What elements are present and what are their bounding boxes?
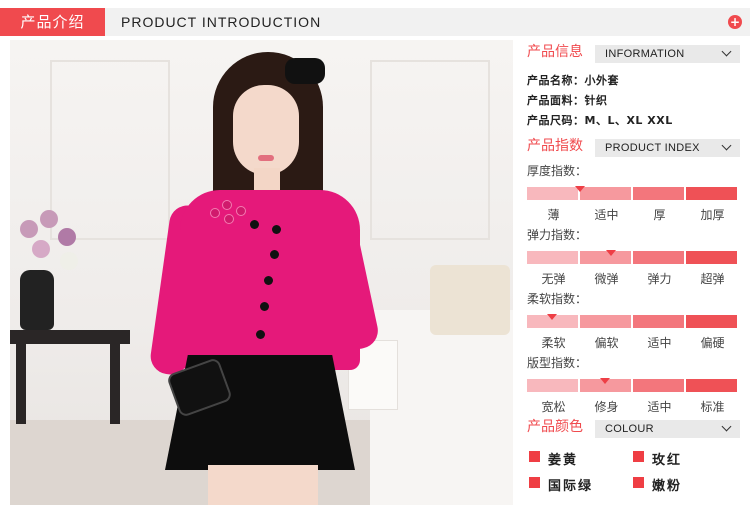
pillow	[430, 265, 510, 335]
index-tick-label: 偏软	[594, 336, 619, 350]
index-bar: PRODUCT INDEX	[595, 139, 740, 157]
colour-bar: COLOUR	[595, 420, 740, 438]
header-title-cn: 产品介绍	[0, 8, 105, 36]
chevron-down-icon	[721, 421, 732, 432]
index-tick-labels: 宽松 修身 适中 标准	[527, 398, 740, 414]
index-title-cn: 产品指数	[527, 138, 583, 154]
index-row-label: 弹力指数：	[527, 228, 588, 242]
info-label: 产品尺码：	[527, 114, 585, 127]
model-face	[233, 85, 299, 175]
colour-name: 玫红	[652, 453, 683, 468]
index-tick-label: 加厚	[700, 208, 725, 222]
colour-name: 姜黄	[548, 453, 579, 468]
index-tick-labels: 薄 适中 厚 加厚	[527, 206, 740, 222]
index-title-en: PRODUCT INDEX	[605, 142, 700, 154]
info-label: 产品名称：	[527, 74, 585, 87]
information-bar: INFORMATION	[595, 45, 740, 63]
index-scale-bar	[527, 314, 738, 328]
info-label: 产品面料：	[527, 94, 585, 107]
side-table	[10, 330, 130, 424]
index-scale-segment	[580, 315, 631, 328]
colour-swatch	[529, 451, 540, 462]
info-line-size: 产品尺码：M、L、XL XXL	[527, 112, 673, 128]
flower-vase-decoration	[10, 200, 90, 280]
information-title-cn: 产品信息	[527, 44, 583, 60]
colour-name: 嫩粉	[652, 479, 683, 494]
index-scale-segment	[686, 251, 737, 264]
index-tick-label: 弹力	[647, 272, 672, 286]
info-value: 针织	[584, 94, 608, 107]
index-scale-segment	[580, 187, 631, 200]
colour-swatch	[633, 477, 644, 488]
index-tick-label: 薄	[547, 208, 560, 222]
index-tick-labels: 柔软 偏软 适中 偏硬	[527, 334, 740, 350]
index-tick-label: 标准	[700, 400, 725, 414]
index-scale-segment	[527, 187, 578, 200]
index-tick-label: 适中	[594, 208, 619, 222]
index-tick-label: 偏硬	[700, 336, 725, 350]
index-scale-bar	[527, 186, 738, 200]
model-lips	[258, 155, 274, 161]
colour-section-header[interactable]: 产品颜色 COLOUR	[527, 417, 740, 438]
index-marker-icon	[547, 314, 558, 320]
colour-title-cn: 产品颜色	[527, 419, 583, 435]
index-marker-icon	[606, 250, 617, 256]
info-line-name: 产品名称：小外套	[527, 72, 619, 88]
index-scale-segment	[527, 251, 578, 264]
wall-panel	[370, 60, 490, 240]
product-photo	[10, 40, 513, 505]
index-tick-label: 修身	[594, 400, 619, 414]
index-tick-label: 超弹	[700, 272, 725, 286]
index-tick-label: 无弹	[541, 272, 566, 286]
colour-swatch	[633, 451, 644, 462]
index-tick-label: 适中	[647, 400, 672, 414]
info-line-fabric: 产品面料：针织	[527, 92, 608, 108]
section-header: 产品介绍 PRODUCT INTRODUCTION +	[0, 8, 750, 36]
colour-swatch	[529, 477, 540, 488]
index-scale-segment	[686, 187, 737, 200]
index-marker-icon	[600, 378, 611, 384]
model-legs	[208, 465, 318, 505]
index-scale-bar	[527, 378, 738, 392]
index-row-label: 厚度指数：	[527, 164, 588, 178]
index-tick-label: 柔软	[541, 336, 566, 350]
hair-bow	[285, 58, 325, 84]
chevron-down-icon	[721, 46, 732, 57]
index-row-label: 柔软指数：	[527, 292, 588, 306]
index-tick-labels: 无弹 微弹 弹力 超弹	[527, 270, 740, 286]
pink-jacket	[180, 190, 360, 370]
index-scale-bar	[527, 250, 738, 264]
index-tick-label: 厚	[653, 208, 666, 222]
info-value: M、L、XL XXL	[584, 114, 673, 127]
index-scale-segment	[686, 379, 737, 392]
index-scale-segment	[633, 315, 684, 328]
chevron-down-icon	[721, 140, 732, 151]
info-value: 小外套	[584, 74, 619, 87]
header-title-en: PRODUCT INTRODUCTION	[121, 14, 322, 30]
plus-circle-icon[interactable]: +	[728, 15, 742, 29]
index-scale-segment	[633, 187, 684, 200]
vase	[20, 270, 54, 330]
index-scale-segment	[527, 379, 578, 392]
index-tick-label: 适中	[647, 336, 672, 350]
index-scale-segment	[686, 315, 737, 328]
colour-title-en: COLOUR	[605, 423, 654, 435]
information-title-en: INFORMATION	[605, 48, 685, 60]
index-tick-label: 微弹	[594, 272, 619, 286]
index-marker-icon	[574, 186, 585, 192]
information-section-header[interactable]: 产品信息 INFORMATION	[527, 42, 740, 63]
index-scale-segment	[633, 379, 684, 392]
colour-name: 国际绿	[548, 479, 594, 494]
product-index-section-header[interactable]: 产品指数 PRODUCT INDEX	[527, 136, 740, 157]
index-scale-segment	[633, 251, 684, 264]
index-tick-label: 宽松	[541, 400, 566, 414]
index-row-label: 版型指数：	[527, 356, 588, 370]
